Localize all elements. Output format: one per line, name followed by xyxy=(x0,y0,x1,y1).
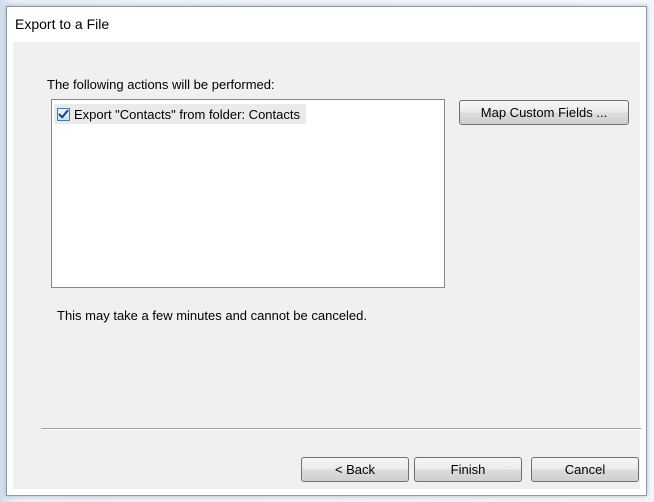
list-item-label: Export "Contacts" from folder: Contacts xyxy=(74,106,300,122)
finish-button[interactable]: Finish xyxy=(414,457,522,482)
actions-heading: The following actions will be performed: xyxy=(47,77,275,92)
actions-list[interactable]: Export "Contacts" from folder: Contacts xyxy=(51,99,445,288)
warning-note: This may take a few minutes and cannot b… xyxy=(57,308,368,323)
dialog-title: Export to a File xyxy=(15,16,110,32)
back-button[interactable]: < Back xyxy=(301,457,409,482)
divider xyxy=(41,428,641,430)
map-custom-fields-button[interactable]: Map Custom Fields ... xyxy=(459,100,629,125)
cancel-button[interactable]: Cancel xyxy=(531,457,639,482)
dialog-body: The following actions will be performed:… xyxy=(13,42,641,489)
export-dialog: Export to a File The following actions w… xyxy=(6,6,647,496)
title-bar: Export to a File xyxy=(7,7,646,41)
export-checkbox[interactable] xyxy=(57,107,70,121)
list-item[interactable]: Export "Contacts" from folder: Contacts xyxy=(54,104,306,124)
checkmark-icon xyxy=(58,109,69,118)
